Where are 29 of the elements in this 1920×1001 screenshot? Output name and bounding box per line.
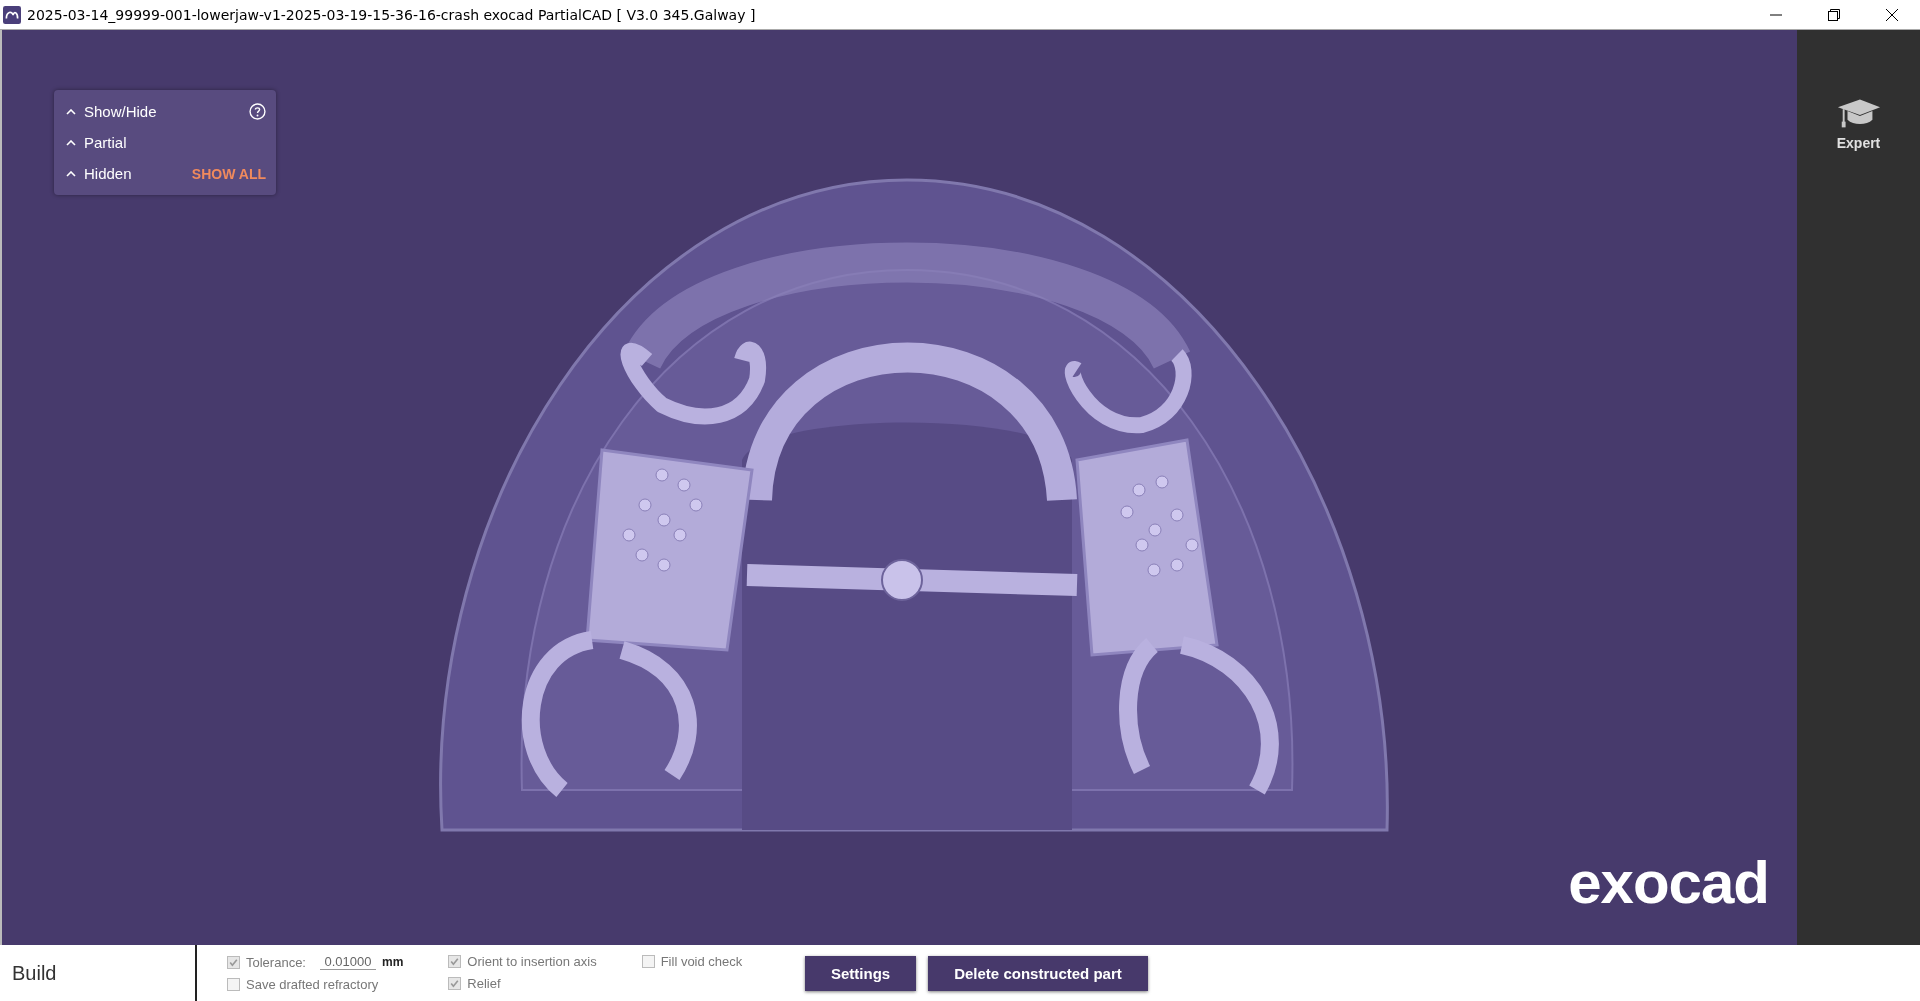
checkbox[interactable] xyxy=(641,955,655,968)
panel-section-label[interactable]: Partial xyxy=(84,134,127,151)
delete-button[interactable]: Delete constructed part xyxy=(928,955,1148,991)
restore-icon[interactable] xyxy=(1828,8,1840,21)
checkbox[interactable] xyxy=(227,978,240,991)
option-label: Relief xyxy=(467,976,501,991)
option-label: Save drafted refractory xyxy=(246,977,379,992)
option-label: Tolerance: xyxy=(246,954,306,970)
settings-button[interactable]: Settings xyxy=(805,955,917,991)
checkbox[interactable] xyxy=(227,955,240,969)
app-icon xyxy=(3,5,21,24)
option-label: Orient to insertion axis xyxy=(467,954,597,969)
caret-icon[interactable] xyxy=(66,139,76,146)
checkbox[interactable] xyxy=(448,955,462,968)
unit-label: mm xyxy=(382,955,404,969)
window-title: 2025-03-14_99999-001-lowerjaw-v1-2025-03-19-15-36-16-crash exocad PartialCAD [ V3.0 345.Galway ] xyxy=(27,6,756,23)
caret-icon[interactable] xyxy=(66,108,76,115)
caret-icon[interactable] xyxy=(66,170,76,177)
panel-section-label[interactable]: Show/Hide xyxy=(84,103,157,120)
close-icon[interactable] xyxy=(1886,8,1898,21)
section-title: Build xyxy=(11,961,58,985)
panel-section-label[interactable]: Hidden xyxy=(84,165,132,182)
help-icon[interactable] xyxy=(249,103,266,120)
option-label: Fill void check xyxy=(660,954,743,969)
expert-mode-button[interactable]: Expert xyxy=(1835,95,1882,151)
3d-viewport[interactable]: Show/Hide Partial Hidden SHOW ALL exocad xyxy=(0,30,1797,945)
tolerance-input[interactable]: 0.01000 xyxy=(320,954,376,970)
checkbox[interactable] xyxy=(448,977,462,990)
logo-text: exocad xyxy=(1568,848,1769,917)
